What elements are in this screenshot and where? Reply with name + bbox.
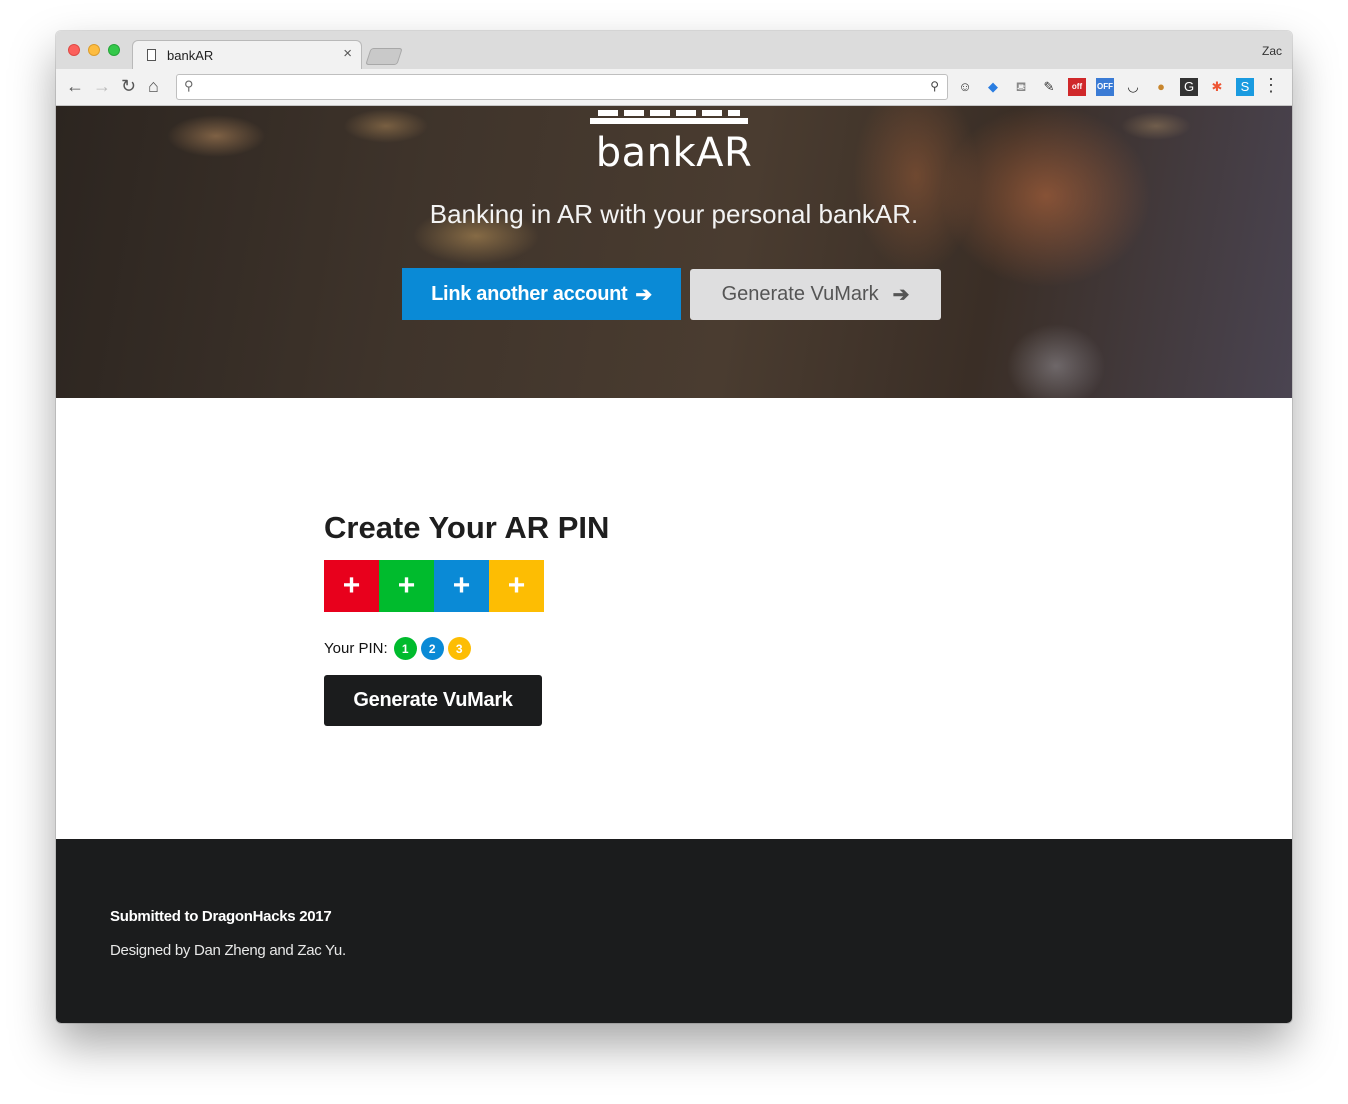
smile-icon[interactable]: ◡ bbox=[1124, 78, 1142, 96]
footer-designed: Designed by Dan Zheng and Zac Yu. bbox=[110, 942, 346, 959]
tab-bar: bankAR × Zac bbox=[56, 31, 1292, 69]
new-tab-button[interactable] bbox=[365, 48, 403, 65]
pin-tile-blue[interactable]: + bbox=[434, 560, 489, 612]
forward-arrow-icon[interactable]: → bbox=[93, 76, 111, 96]
address-bar[interactable]: ⚲ ⚲ bbox=[176, 74, 948, 100]
reload-icon[interactable]: ↻ bbox=[121, 76, 136, 96]
minimize-window-button[interactable] bbox=[88, 44, 100, 56]
home-icon[interactable]: ⌂ bbox=[148, 76, 159, 96]
generate-vumark-hero-button[interactable]: Generate VuMark ➔ bbox=[690, 269, 941, 320]
tab-bankar[interactable]: bankAR × bbox=[132, 40, 362, 69]
pin-digit: 3 bbox=[447, 637, 471, 660]
footer: Submitted to DragonHacks 2017 Designed b… bbox=[56, 839, 1292, 1023]
back-arrow-icon[interactable]: ← bbox=[66, 76, 84, 96]
speed-off-icon[interactable]: OFF bbox=[1096, 78, 1114, 96]
profile-name[interactable]: Zac bbox=[1262, 44, 1282, 58]
skype-icon[interactable]: S bbox=[1236, 78, 1254, 96]
link-account-button[interactable]: Link another account ➔ bbox=[402, 268, 681, 320]
tagline: Banking in AR with your personal bankAR. bbox=[429, 199, 919, 229]
generate-vumark-hero-label: Generate VuMark bbox=[721, 283, 879, 305]
arrow-right-icon: ➔ bbox=[635, 283, 652, 306]
your-pin-label: Your PIN: bbox=[324, 640, 388, 657]
close-window-button[interactable] bbox=[68, 44, 80, 56]
tab-title: bankAR bbox=[167, 48, 214, 63]
arrow-right-icon: ➔ bbox=[892, 284, 910, 306]
pin-section-title: Create Your AR PIN bbox=[324, 510, 610, 545]
logo-text: bankAR bbox=[595, 130, 753, 176]
pin-color-picker: + + + + bbox=[324, 560, 544, 612]
generate-vumark-button[interactable]: Generate VuMark bbox=[324, 675, 542, 726]
menu-dots-icon[interactable]: ⋮ bbox=[1262, 75, 1280, 96]
document-icon bbox=[147, 49, 156, 61]
color-wheel-icon[interactable]: ✱ bbox=[1208, 78, 1226, 96]
search-icon: ⚲ bbox=[184, 78, 194, 93]
your-pin-row: Your PIN: 1 2 3 bbox=[324, 637, 471, 660]
extension-blue-icon[interactable]: ◆ bbox=[984, 78, 1002, 96]
key-icon[interactable]: ⚲ bbox=[930, 79, 939, 93]
maximize-window-button[interactable] bbox=[108, 44, 120, 56]
eyedropper-icon[interactable]: ✎ bbox=[1040, 78, 1058, 96]
address-input[interactable] bbox=[201, 77, 905, 99]
close-tab-icon[interactable]: × bbox=[343, 45, 352, 62]
pin-tile-green[interactable]: + bbox=[379, 560, 434, 612]
cookie-icon[interactable]: ● bbox=[1152, 78, 1170, 96]
pin-tile-yellow[interactable]: + bbox=[489, 560, 544, 612]
footer-submitted: Submitted to DragonHacks 2017 bbox=[110, 908, 332, 925]
bank-logo-icon bbox=[590, 110, 748, 124]
hero-banner: bankAR Banking in AR with your personal … bbox=[56, 106, 1292, 398]
pin-digit: 1 bbox=[393, 637, 417, 660]
ghostery-icon[interactable]: ☺ bbox=[956, 78, 974, 96]
pin-tile-red[interactable]: + bbox=[324, 560, 379, 612]
browser-window: bankAR × Zac ← → ↻ ⌂ ⚲ ⚲ ☺ ◆ ⛾ ✎ off OFF ◡ ● G ✱ S… bbox=[56, 31, 1292, 1023]
link-account-label: Link another account bbox=[431, 282, 628, 305]
page-content: bankAR Banking in AR with your personal … bbox=[56, 106, 1292, 1023]
paint-bucket-icon[interactable]: ⛾ bbox=[1012, 78, 1030, 96]
browser-toolbar: ← → ↻ ⌂ ⚲ ⚲ ☺ ◆ ⛾ ✎ off OFF ◡ ● G ✱ S ⋮ bbox=[56, 69, 1292, 106]
lock-off-icon[interactable]: off bbox=[1068, 78, 1086, 96]
grammarly-icon[interactable]: G bbox=[1180, 78, 1198, 96]
pin-digit: 2 bbox=[420, 637, 444, 660]
